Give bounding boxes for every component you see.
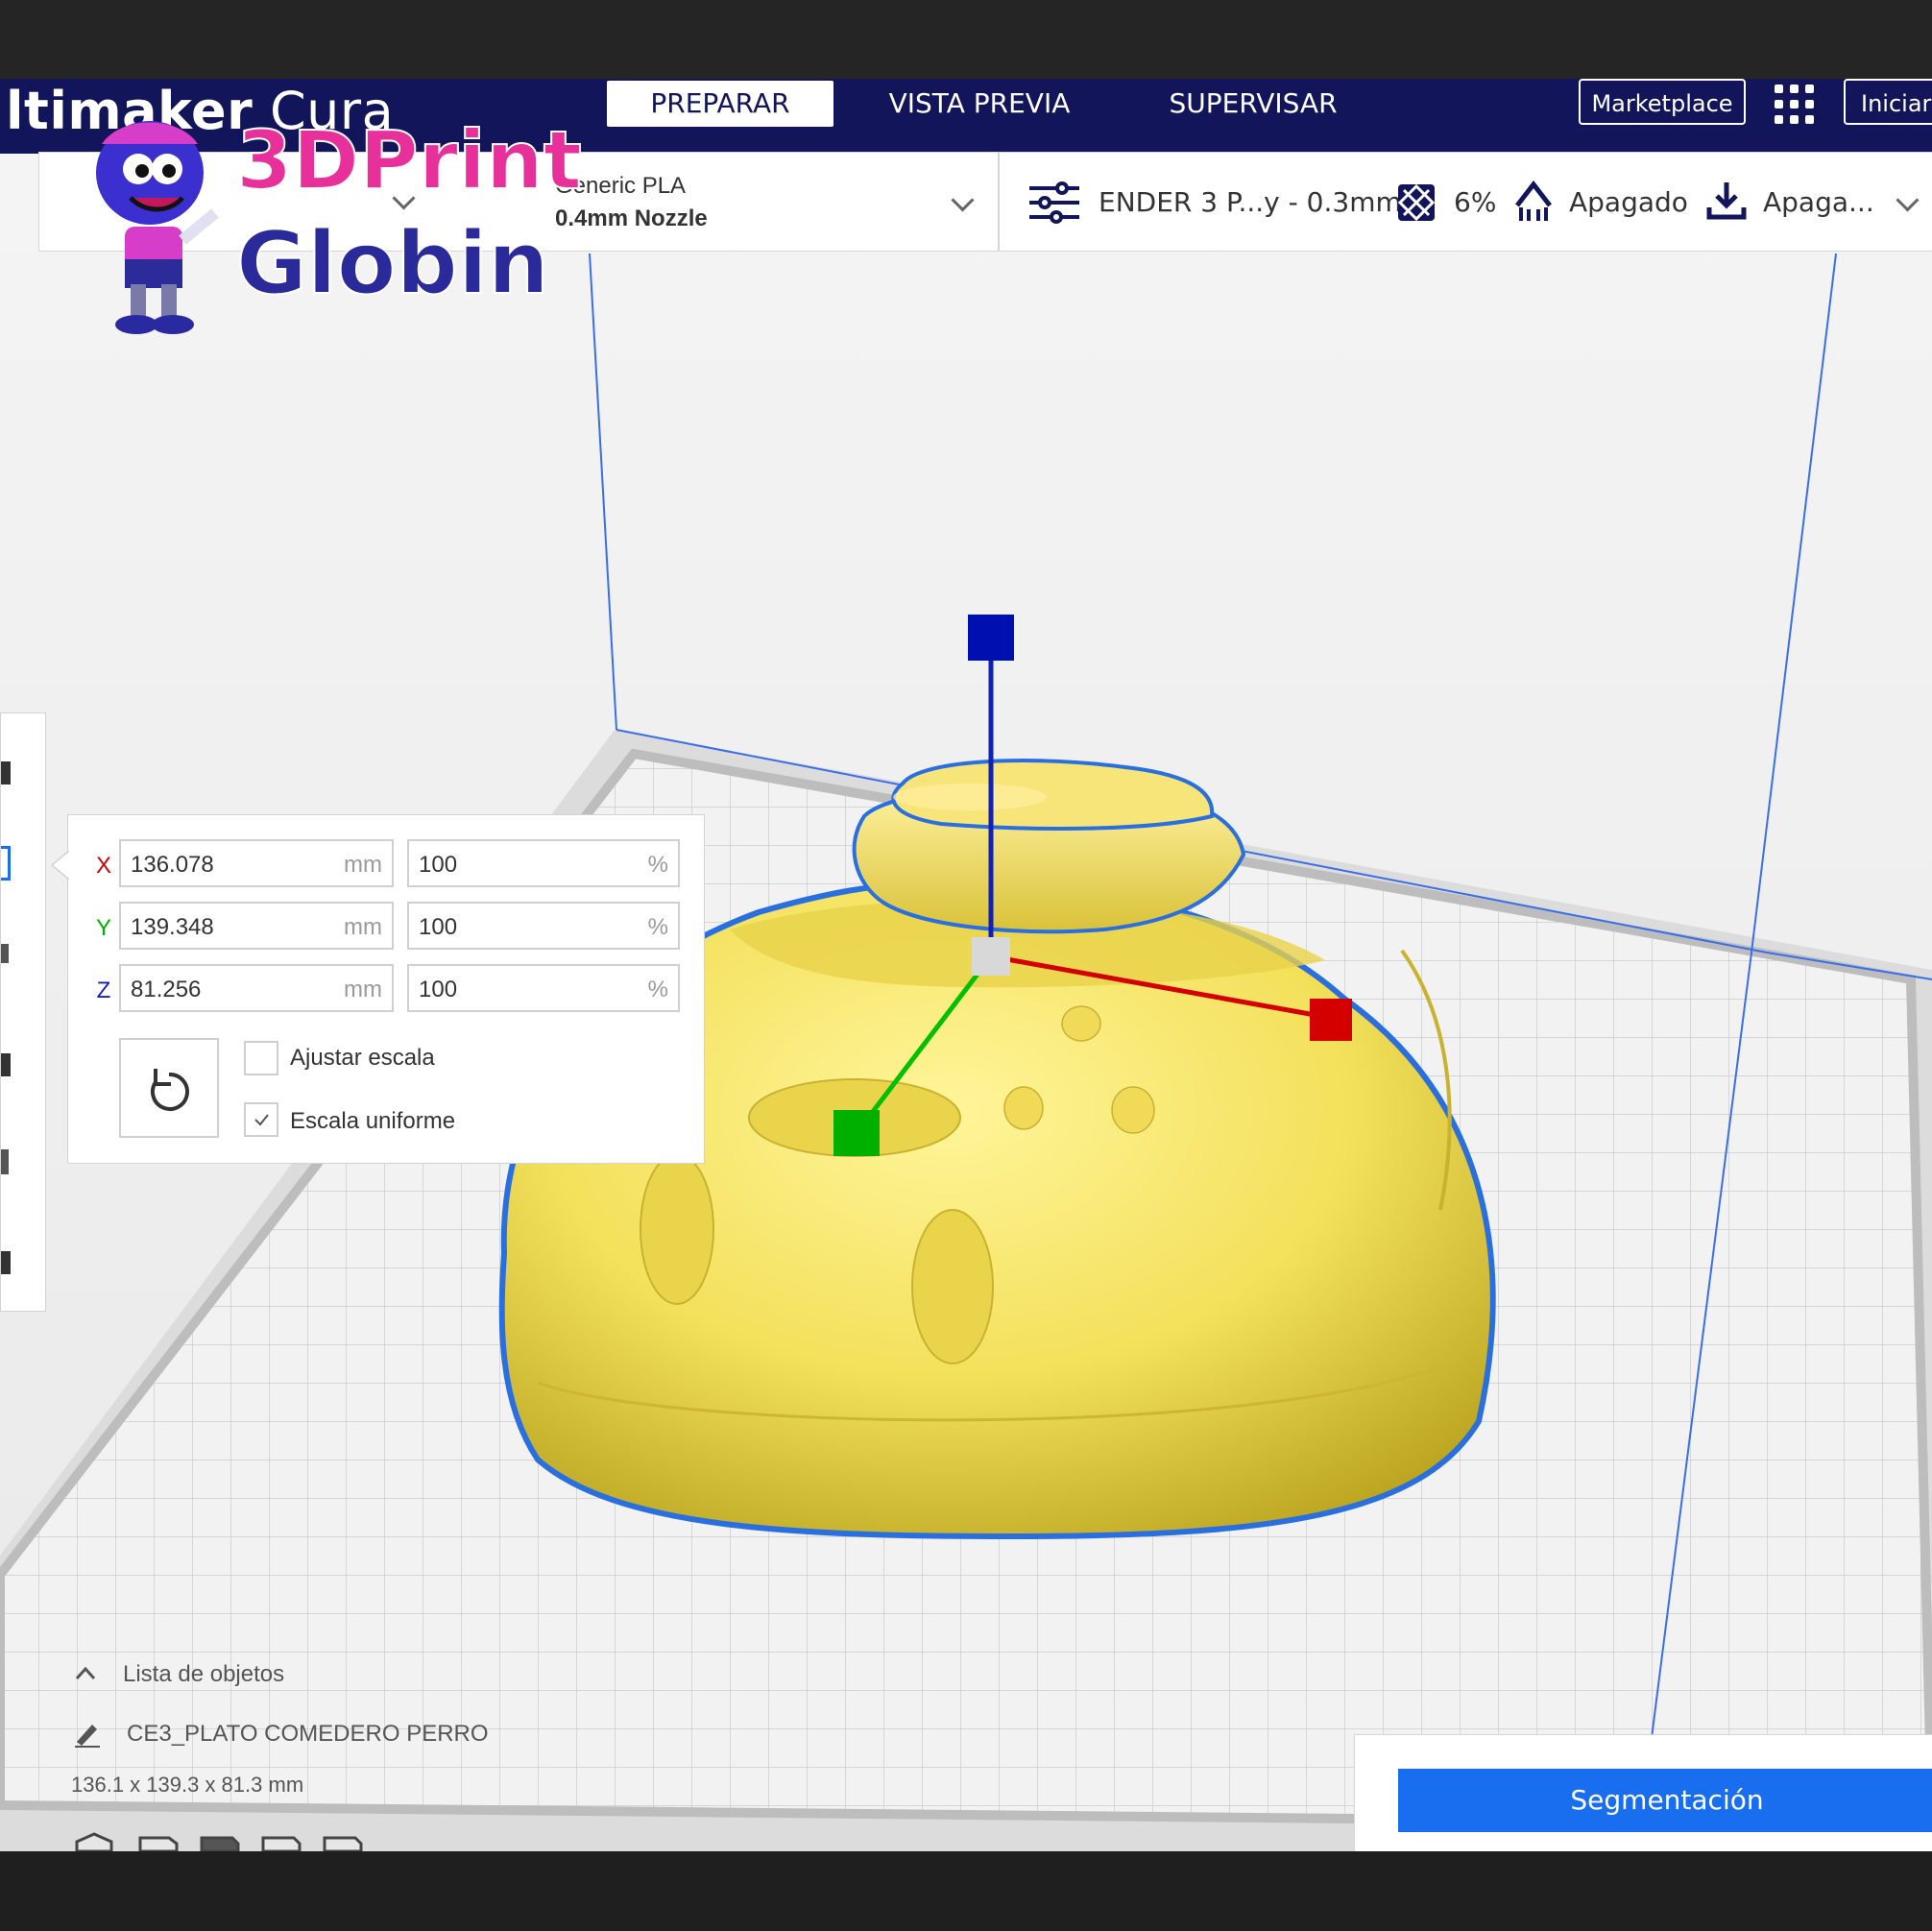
tab-supervisar[interactable]: SUPERVISAR [1133, 81, 1373, 127]
edit-pencil-icon[interactable] [73, 1719, 102, 1748]
rotate-tool-icon[interactable] [1, 944, 9, 963]
y-axis-handle[interactable] [833, 1110, 880, 1156]
panel-pointer [50, 851, 69, 880]
support-blocker-icon[interactable] [1, 1251, 11, 1274]
x-axis-handle[interactable] [1310, 999, 1352, 1041]
infill-value: 6% [1454, 186, 1497, 218]
slice-button[interactable]: Segmentación [1398, 1769, 1932, 1832]
view-front-icon[interactable] [138, 1836, 179, 1851]
mirror-tool-icon[interactable] [1, 1053, 11, 1076]
move-tool-icon[interactable] [1, 761, 11, 784]
logo-line1: 3DPrint [235, 112, 583, 208]
profile-label: ENDER 3 P...y - 0.3mm [1099, 186, 1402, 218]
support-icon [1515, 180, 1552, 221]
scale-y-mm-input[interactable]: 139.348 mm [119, 902, 394, 950]
scale-x-mm-input[interactable]: 136.078 mm [119, 839, 394, 887]
scale-x-percent-input[interactable]: 100% [407, 839, 680, 887]
z-axis-handle[interactable] [968, 615, 1014, 661]
adhesion-value: Apaga... [1763, 186, 1874, 218]
object-list-toggle[interactable]: Lista de objetos [123, 1661, 284, 1688]
scale-tool-icon[interactable] [1, 846, 11, 881]
view-3d-icon[interactable] [75, 1832, 113, 1851]
infill-icon [1397, 183, 1436, 222]
marketplace-button[interactable]: Marketplace [1579, 79, 1746, 125]
logo-line2: Globin [235, 212, 550, 315]
tab-preparar[interactable]: PREPARAR [607, 81, 833, 127]
scale-z-mm-input[interactable]: 81.256 mm [119, 964, 394, 1012]
globin-mascot-icon [96, 121, 219, 334]
view-top-icon[interactable] [200, 1836, 240, 1851]
object-name: CE3_PLATO COMEDERO PERRO [127, 1721, 489, 1747]
tool-strip [0, 712, 46, 1312]
tab-vista-previa[interactable]: VISTA PREVIA [864, 81, 1095, 127]
reset-icon [150, 1069, 189, 1111]
adhesion-download-icon [1706, 182, 1747, 220]
3dprint-globin-logo: 3DPrint Globin [83, 106, 583, 346]
axis-y-label: Y [95, 915, 111, 941]
support-value: Apagado [1569, 186, 1688, 218]
object-dimensions: 136.1 x 139.3 x 81.3 mm [71, 1773, 304, 1797]
view-left-icon[interactable] [261, 1836, 302, 1851]
center-handle[interactable] [972, 937, 1010, 976]
chevron-up-icon[interactable] [75, 1665, 96, 1680]
snap-scaling-label: Ajustar escala [290, 1045, 435, 1071]
settings-sliders-icon [1029, 181, 1079, 224]
axis-z-label: Z [96, 978, 111, 1003]
per-model-settings-icon[interactable] [1, 1149, 9, 1174]
snap-scaling-checkbox[interactable] [244, 1041, 278, 1075]
window-bottom-band [0, 1851, 1932, 1931]
view-right-icon[interactable] [323, 1836, 363, 1851]
apps-grid-icon[interactable] [1775, 84, 1815, 125]
window-top-band [0, 0, 1932, 79]
axis-x-label: X [95, 853, 111, 879]
scale-z-percent-input[interactable]: 100% [407, 964, 680, 1012]
uniform-scaling-checkbox[interactable] [244, 1102, 278, 1137]
view-orientation-buttons[interactable] [73, 1830, 371, 1851]
reset-scale-button[interactable] [119, 1038, 219, 1138]
signin-button[interactable]: Iniciar [1844, 79, 1932, 125]
checkmark-icon [254, 1114, 269, 1126]
scale-y-percent-input[interactable]: 100% [407, 902, 680, 950]
uniform-scaling-label: Escala uniforme [290, 1108, 456, 1134]
